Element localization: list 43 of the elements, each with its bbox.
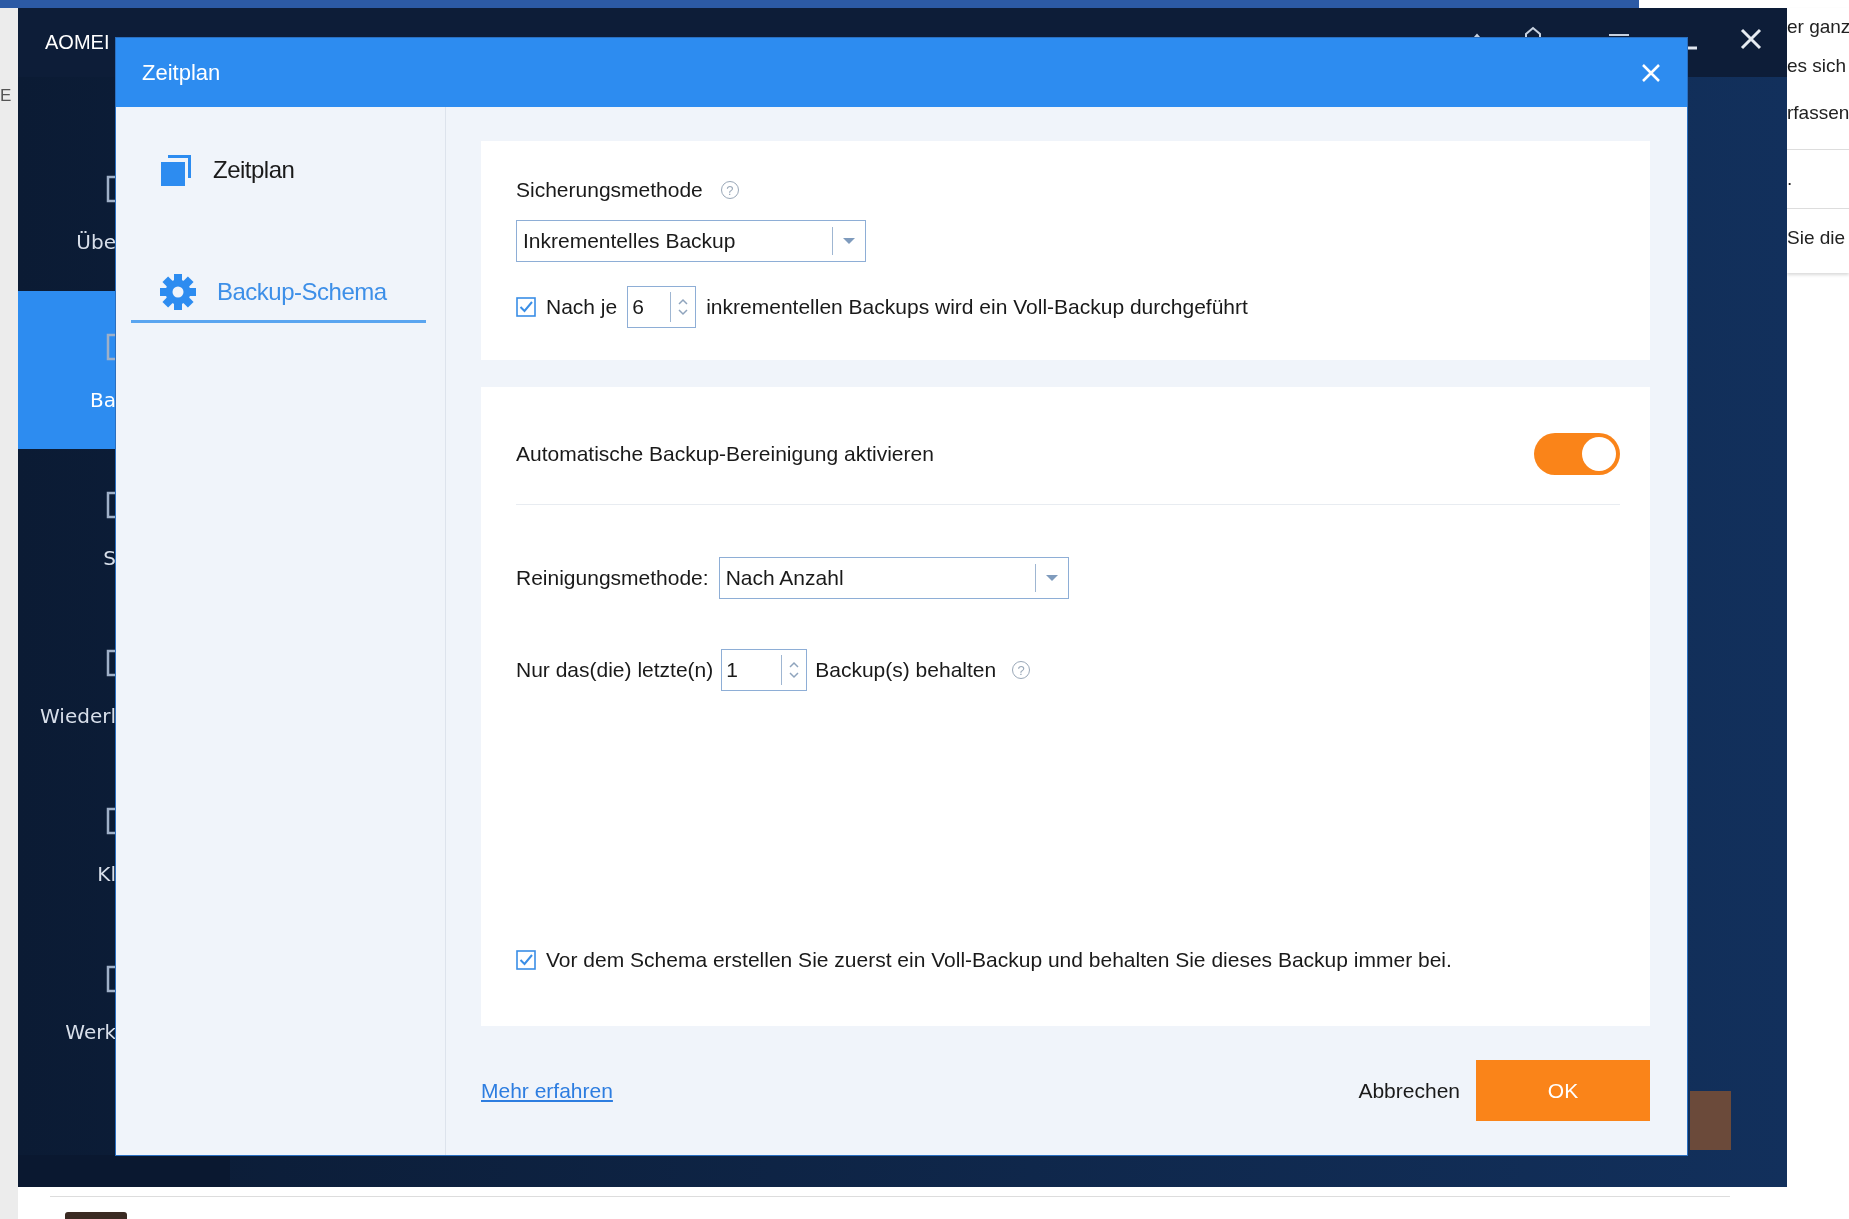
page-text: . — [1787, 167, 1794, 191]
cancel-button[interactable]: Abbrechen — [1342, 1070, 1476, 1111]
option-text: Nur das(die) letzte(n) — [516, 658, 714, 682]
option-text: inkrementellen Backups wird ein Voll-Backup durchgeführt — [706, 295, 1248, 319]
option-text: Backup(s) behalten — [815, 658, 997, 682]
dropdown[interactable]: Nach Anzahl — [718, 557, 1069, 599]
nav-tab[interactable]: Zeitplan — [131, 153, 426, 199]
sidebar-item[interactable]: Werk — [18, 923, 116, 1081]
frame-icon — [106, 649, 116, 677]
sidebar-item[interactable]: Wiederl — [18, 607, 116, 765]
close-icon[interactable] — [1740, 28, 1762, 50]
spin-field[interactable]: 6 — [627, 286, 697, 328]
caret-icon — [843, 237, 855, 245]
sidebar-item[interactable]: S — [18, 449, 116, 607]
field-label: Reinigungsmethode: — [516, 566, 709, 590]
field-label: Sicherungsmethode — [516, 178, 703, 202]
option-label: Automatische Backup-Bereinigung aktivieren — [516, 442, 934, 466]
spin-field[interactable]: 1 — [721, 649, 808, 691]
page-text: er ganz — [1787, 16, 1849, 38]
checkbox[interactable] — [516, 950, 536, 970]
toggle-switch[interactable] — [1534, 433, 1620, 475]
window-title: AOMEI — [45, 31, 110, 54]
frame-icon — [106, 807, 116, 835]
dropdown[interactable]: Inkrementelles Backup — [516, 220, 866, 262]
dialog-title: Zeitplan — [142, 59, 221, 86]
learn-more-link[interactable]: Mehr erfahren — [481, 1078, 613, 1103]
frame-icon — [106, 965, 116, 993]
option-text: Nach je — [546, 295, 618, 319]
sidebar-item[interactable]: Übe — [18, 133, 116, 291]
page-text: rfassen — [1787, 102, 1849, 124]
pages-icon — [159, 153, 193, 187]
frame-icon — [106, 175, 116, 203]
sidebar-item[interactable]: Kl — [18, 765, 116, 923]
minimize-icon[interactable] — [1687, 46, 1697, 50]
gear-icon — [159, 273, 197, 311]
frame-icon — [106, 333, 116, 361]
frame-icon — [106, 491, 116, 519]
caret-icon — [1045, 574, 1058, 582]
checkbox[interactable] — [516, 297, 536, 317]
page-text: Sie die — [1787, 226, 1847, 250]
option-text: Vor dem Schema erstellen Sie zuerst ein Voll-Backup und behalten Sie dieses Backup immer bei. — [546, 948, 1452, 972]
page-text: es sich — [1787, 55, 1848, 77]
page-text: E — [0, 86, 12, 106]
